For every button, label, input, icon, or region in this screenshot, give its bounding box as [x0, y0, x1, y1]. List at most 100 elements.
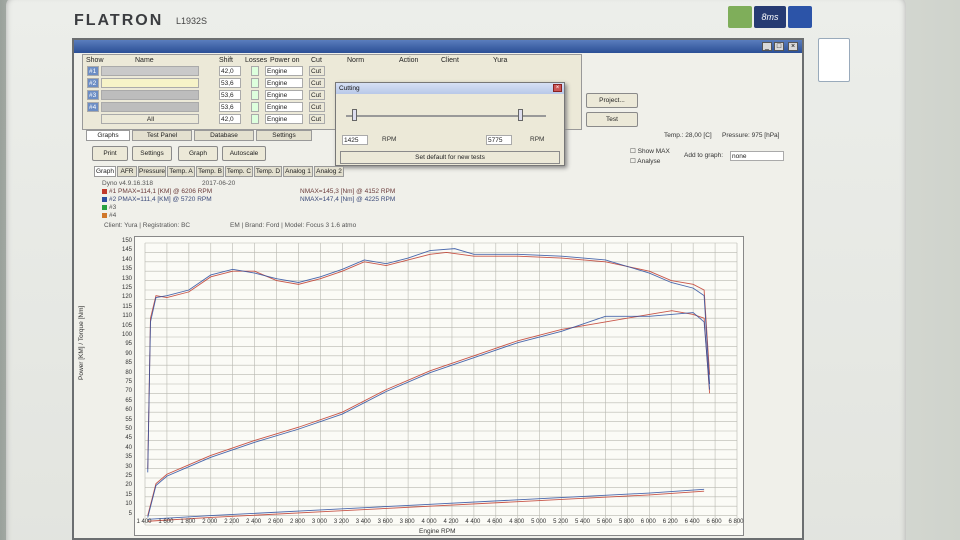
row-shift-field[interactable]: 42,0	[219, 114, 241, 124]
row-cut-button[interactable]: Cut	[309, 102, 325, 112]
row-cut-button[interactable]: Cut	[309, 78, 325, 88]
row-cut-button[interactable]: Cut	[309, 90, 325, 100]
row-power-select[interactable]: Engine	[265, 114, 303, 124]
y-tick-label: 85	[125, 360, 132, 367]
subtab-temp-d[interactable]: Temp. D	[254, 166, 282, 177]
row-power-select[interactable]: Engine	[265, 66, 303, 76]
y-tick-label: 25	[125, 473, 132, 479]
rpm-high-handle[interactable]	[518, 109, 523, 121]
row-shift-field[interactable]: 53,6	[219, 90, 241, 100]
col-show: Show	[86, 57, 104, 64]
set-default-button[interactable]: Set default for new tests	[340, 151, 560, 164]
col-losses: Losses	[245, 57, 268, 64]
minimize-button[interactable]: _	[762, 42, 772, 51]
row-show-toggle[interactable]: #3	[87, 90, 99, 100]
series-line	[147, 251, 711, 469]
row-cut-button[interactable]: Cut	[309, 114, 325, 124]
subtab-afr[interactable]: AFR	[117, 166, 137, 177]
subtab-pressure[interactable]: Pressure	[138, 166, 166, 177]
show-max-checkbox[interactable]: ☐ Show MAX	[630, 147, 670, 155]
title-bar: _ □ ×	[74, 40, 802, 53]
test-date: 2017-06-20	[202, 180, 236, 187]
maximize-button[interactable]: □	[774, 42, 784, 51]
tab-test-panel[interactable]: Test Panel	[132, 130, 192, 141]
test-button[interactable]: Test	[586, 112, 638, 127]
series4-swatch	[102, 212, 107, 218]
print-button[interactable]: Print	[92, 146, 128, 161]
row-losses-checkbox[interactable]	[251, 66, 259, 76]
row-cut-button[interactable]: Cut	[309, 66, 325, 76]
tab-database[interactable]: Database	[194, 130, 254, 141]
y-tick-label: 105	[121, 322, 132, 329]
subtab-analog-2[interactable]: Analog 2	[314, 166, 344, 177]
rpm-high-unit: RPM	[530, 136, 545, 143]
autoscale-button[interactable]: Autoscale	[222, 146, 266, 161]
y-tick-label: 30	[125, 463, 132, 470]
screen: _ □ × Show Name Shift Losses Power on Cu…	[72, 38, 804, 540]
response-time-sticker: 8ms	[754, 6, 786, 28]
subtab-temp-c[interactable]: Temp. C	[225, 166, 253, 177]
close-icon[interactable]: ×	[553, 84, 562, 92]
col-action: Action	[399, 57, 419, 64]
row-name-field[interactable]	[101, 78, 199, 88]
col-shift: Shift	[219, 57, 234, 64]
subtab-analog-1[interactable]: Analog 1	[283, 166, 313, 177]
intel-logo-icon	[818, 38, 850, 82]
row-show-toggle[interactable]: #1	[87, 66, 99, 76]
tab-graphs[interactable]: Graphs	[86, 130, 130, 141]
row-power-select[interactable]: Engine	[265, 78, 303, 88]
row-name-field[interactable]	[101, 102, 199, 112]
row-show-toggle[interactable]: #4	[87, 102, 99, 112]
vehicle-info: EM | Brand: Ford | Model: Focus 3 1.6 at…	[230, 222, 357, 229]
y-tick-label: 125	[121, 285, 132, 291]
analyse-checkbox[interactable]: ☐ Analyse	[630, 157, 660, 165]
rpm-high-input[interactable]: 5775	[486, 135, 512, 145]
subtab-temp-a[interactable]: Temp. A	[167, 166, 195, 177]
legend-3-label: #3	[109, 204, 117, 211]
subtab-temp-b[interactable]: Temp. B	[196, 166, 224, 177]
x-axis-title: Engine RPM	[419, 528, 456, 535]
y-tick-label: 120	[121, 294, 132, 301]
row-losses-checkbox[interactable]	[251, 102, 259, 112]
row-shift-field[interactable]: 42,0	[219, 66, 241, 76]
cutting-dialog-title: Cutting	[336, 83, 564, 94]
add-to-graph-label: Add to graph:	[684, 152, 724, 159]
row-name-field[interactable]	[101, 66, 199, 76]
y-tick-label: 90	[125, 350, 132, 357]
y-tick-label: 70	[125, 388, 132, 395]
row-losses-checkbox[interactable]	[251, 78, 259, 88]
test-table-panel: Show Name Shift Losses Power on Cut Norm…	[82, 54, 582, 166]
dyno-version: Dyno v4.9.16.318	[102, 180, 153, 187]
legend-2-power: #2 PMAX=111,4 [KM] @ 5720 RPM	[109, 196, 212, 203]
row-shift-field[interactable]: 53,6	[219, 78, 241, 88]
series2-swatch	[102, 196, 107, 202]
row-losses-checkbox[interactable]	[251, 114, 259, 124]
row-losses-checkbox[interactable]	[251, 90, 259, 100]
close-button[interactable]: ×	[788, 42, 798, 51]
project-button[interactable]: Project...	[586, 93, 638, 108]
settings-button[interactable]: Settings	[132, 146, 172, 161]
row-shift-field[interactable]: 53,6	[219, 102, 241, 112]
legend-item-3: #3	[102, 204, 116, 211]
series-line	[147, 310, 711, 516]
row-name-field[interactable]	[101, 90, 199, 100]
row-show-toggle[interactable]: #2	[87, 78, 99, 88]
add-to-graph-select[interactable]: none	[730, 151, 784, 161]
analyse-label: Analyse	[637, 158, 661, 165]
y-tick-label: 15	[125, 491, 132, 498]
row-all-label: All	[101, 114, 199, 124]
y-tick-label: 80	[125, 369, 132, 376]
y-tick-label: 145	[121, 247, 132, 254]
table-row[interactable]: #1 42,0 Engine Cut	[85, 66, 581, 77]
tab-settings[interactable]: Settings	[256, 130, 312, 141]
chart-svg	[144, 242, 738, 526]
x-tick-label: 6 800	[728, 519, 744, 525]
col-power-on: Power on	[270, 57, 300, 64]
graph-button[interactable]: Graph	[178, 146, 218, 161]
row-power-select[interactable]: Engine	[265, 90, 303, 100]
client-info: Client: Yura | Registration: BC	[104, 222, 191, 229]
subtab-graph[interactable]: Graph	[94, 166, 116, 177]
row-power-select[interactable]: Engine	[265, 102, 303, 112]
y-tick-label: 130	[121, 275, 132, 282]
rpm-low-handle[interactable]	[352, 109, 357, 121]
